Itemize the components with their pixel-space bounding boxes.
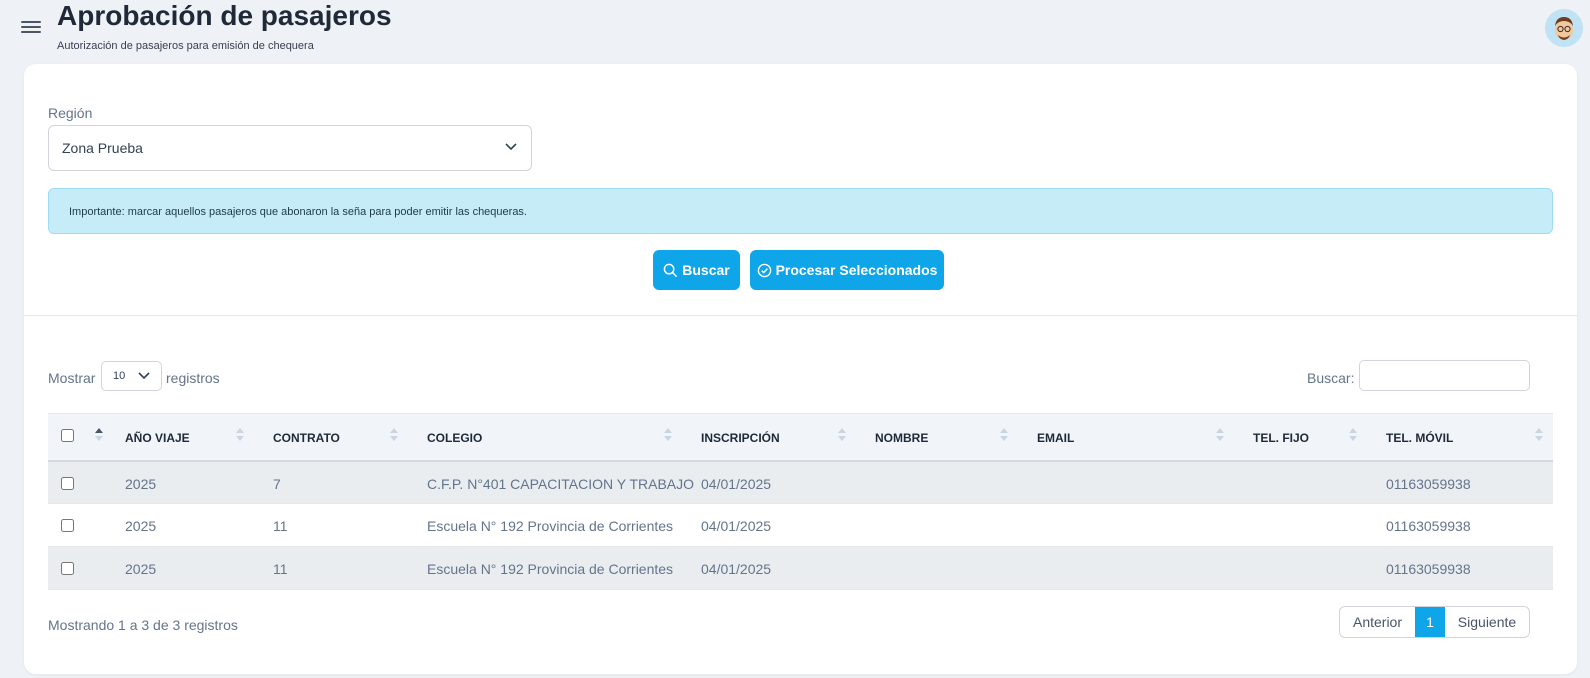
cell-inscripcion: 04/01/2025 [701,561,772,577]
col-tel-movil[interactable]: TEL. MÓVIL [1373,413,1553,462]
sort-icon [1349,428,1357,441]
sort-icon [1216,428,1224,441]
sort-icon [1535,428,1543,441]
cell-anio: 2025 [125,518,157,534]
table-row[interactable]: 2025 11 Escuela N° 192 Provincia de Corr… [48,546,1553,590]
page-length-select[interactable]: 10 [101,361,162,391]
avatar-icon[interactable] [1545,9,1583,47]
table-search-label: Buscar: [1307,370,1355,386]
sort-icon [236,428,244,441]
table-search-input[interactable] [1359,360,1530,391]
pagination-page[interactable]: 1 [1415,607,1445,637]
col-label: NOMBRE [875,431,929,445]
col-email[interactable]: EMAIL [1024,413,1240,462]
menu-icon[interactable] [21,21,41,35]
row-checkbox[interactable] [61,476,74,490]
page-length-value: 10 [113,370,126,382]
col-label: TEL. FIJO [1253,431,1310,445]
cell-anio: 2025 [125,561,157,577]
col-label: EMAIL [1037,431,1075,445]
table-row[interactable]: 2025 11 Escuela N° 192 Provincia de Corr… [48,504,1553,547]
table-info: Mostrando 1 a 3 de 3 registros [48,617,238,633]
cell-contrato: 11 [273,561,288,577]
sort-icon [838,428,846,441]
cell-inscripcion: 04/01/2025 [701,475,772,492]
chevron-down-icon [138,372,150,380]
col-nombre[interactable]: NOMBRE [862,413,1024,462]
col-colegio[interactable]: COLEGIO [414,413,688,462]
page-subtitle: Autorización de pasajeros para emisión d… [57,40,314,52]
cell-tel-movil: 01163059938 [1386,518,1471,534]
cell-tel-movil: 01163059938 [1386,475,1471,492]
col-label: COLEGIO [427,431,483,445]
main-card: Región Zona Prueba Importante: marcar aq… [24,64,1577,674]
process-selected-button[interactable]: Procesar Seleccionados [750,250,944,290]
search-button-label: Buscar [682,262,730,278]
select-all-header[interactable] [48,413,112,462]
sort-icon [390,428,398,441]
region-select-value: Zona Prueba [62,140,143,156]
select-all-checkbox[interactable] [61,429,74,442]
pagination-next[interactable]: Siguiente [1445,607,1529,637]
region-select[interactable]: Zona Prueba [48,125,532,171]
cell-colegio: Escuela N° 192 Provincia de Corrientes [427,518,674,534]
chevron-down-icon [505,143,517,151]
table-row[interactable]: 2025 7 C.F.P. N°401 CAPACITACION Y TRABA… [48,460,1553,504]
cell-colegio: Escuela N° 192 Provincia de Corrientes [427,561,674,577]
col-label: CONTRATO [273,431,340,445]
alert-text: Importante: marcar aquellos pasajeros qu… [69,206,527,218]
sort-icon [1000,428,1008,441]
row-checkbox[interactable] [61,562,74,575]
col-label: AÑO VIAJE [125,431,190,445]
col-tel-fijo[interactable]: TEL. FIJO [1240,413,1373,462]
col-contrato[interactable]: CONTRATO [260,413,414,462]
passengers-table: AÑO VIAJE CONTRATO COLEGIO INSCRIPCIÓN N… [48,413,1553,590]
region-label: Región [48,105,93,121]
col-label: TEL. MÓVIL [1386,431,1454,445]
show-label: Mostrar [48,370,96,386]
page-title: Aprobación de pasajeros [57,0,392,31]
col-inscripcion[interactable]: INSCRIPCIÓN [688,413,862,462]
divider [24,315,1577,316]
pagination: Anterior 1 Siguiente [1339,606,1530,638]
sort-icon [664,428,672,441]
search-icon [663,263,678,277]
cell-tel-movil: 01163059938 [1386,561,1471,577]
cell-contrato: 11 [273,518,288,534]
col-label: INSCRIPCIÓN [701,431,780,445]
search-button[interactable]: Buscar [653,250,740,290]
cell-colegio: C.F.P. N°401 CAPACITACION Y TRABAJO [427,475,695,492]
topbar: Aprobación de pasajeros Autorización de … [0,0,1590,60]
col-anio-viaje[interactable]: AÑO VIAJE [112,413,260,462]
row-checkbox[interactable] [61,519,74,532]
process-button-label: Procesar Seleccionados [775,262,938,278]
cell-inscripcion: 04/01/2025 [701,518,772,534]
records-label: registros [166,370,220,386]
pagination-prev[interactable]: Anterior [1340,607,1415,637]
sort-icon [95,428,103,441]
info-alert: Importante: marcar aquellos pasajeros qu… [48,188,1553,234]
cell-anio: 2025 [125,475,157,492]
table-header-row: AÑO VIAJE CONTRATO COLEGIO INSCRIPCIÓN N… [48,413,1553,462]
cell-contrato: 7 [273,475,281,492]
check-circle-icon [757,263,771,277]
